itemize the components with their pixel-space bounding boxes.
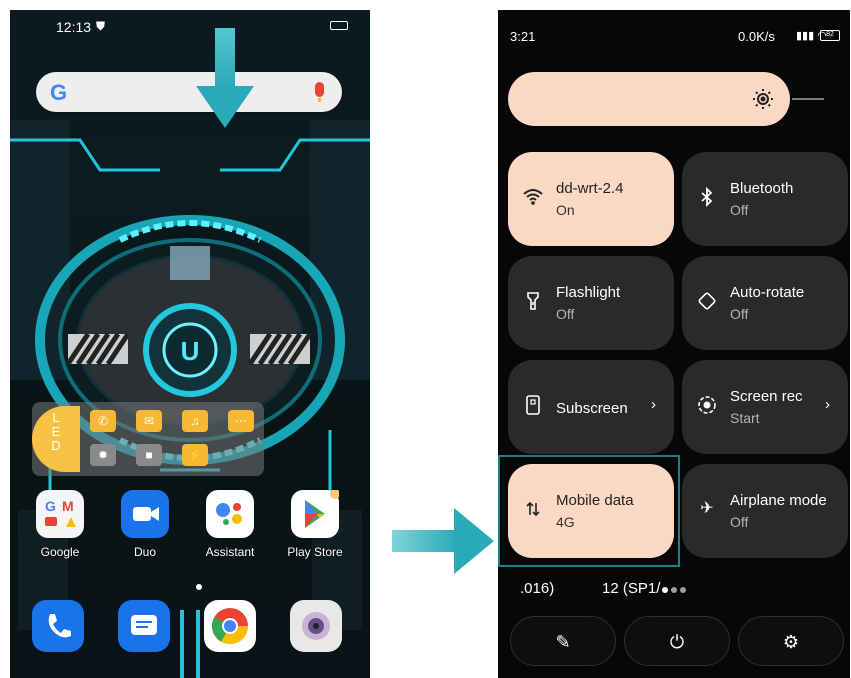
app-label: Assistant: [205, 545, 255, 559]
app-label: Play Store: [287, 545, 343, 559]
app-assistant[interactable]: Assistant: [190, 490, 270, 559]
settings-button[interactable]: ⚙: [738, 616, 844, 666]
subscreen-icon: [522, 394, 544, 416]
assistant-icon: [206, 490, 254, 538]
tile-auto-rotate[interactable]: Auto-rotate Off: [682, 256, 848, 350]
power-button[interactable]: ⏻: [624, 616, 730, 666]
app-google[interactable]: G M Google: [20, 490, 100, 559]
edit-icon: ✎: [555, 632, 571, 652]
build-version: 12 (SP1/: [602, 580, 661, 597]
battery-level: 82: [820, 30, 840, 41]
google-apps-icon: G M: [36, 490, 84, 538]
led-letter: D: [51, 438, 61, 453]
tile-title: Bluetooth: [730, 180, 794, 197]
swipe-down-arrow-icon: [196, 28, 254, 128]
tile-subscreen[interactable]: Subscreen ›: [508, 360, 674, 454]
chrome-icon: [204, 600, 256, 652]
tile-subtitle: Off: [556, 306, 575, 322]
status-bar: 12:13 ⛊: [10, 10, 370, 44]
tile-title: Airplane mode: [730, 492, 827, 509]
brightness-track[interactable]: [792, 98, 824, 100]
bulb-icon[interactable]: ✹: [90, 444, 116, 466]
svg-text:G: G: [45, 498, 56, 514]
rotate-icon: [696, 290, 718, 312]
bluetooth-icon: [696, 186, 718, 208]
page-dots: [662, 580, 689, 597]
network-speed: 0.0K/s: [738, 29, 775, 44]
brightness-icon: [753, 89, 773, 109]
transition-arrow-icon: [392, 508, 494, 574]
duo-icon: [121, 490, 169, 538]
camera-icon: [290, 600, 342, 652]
brightness-slider[interactable]: [508, 72, 790, 126]
dock-camera[interactable]: [276, 600, 356, 652]
app-label: Google: [40, 545, 80, 559]
page-indicator: [196, 584, 202, 590]
tile-title: dd-wrt-2.4: [556, 180, 624, 197]
led-letter: L: [52, 410, 60, 425]
tile-subtitle: Start: [730, 410, 760, 426]
mic-icon[interactable]: [315, 82, 324, 102]
svg-text:M: M: [62, 498, 74, 514]
google-logo: G: [50, 80, 68, 105]
wifi-icon: [522, 186, 544, 208]
tile-title: Subscreen: [556, 400, 628, 417]
dock-chrome[interactable]: [190, 600, 270, 652]
home-screen: U 12:13 ⛊ G L E D ✆ ✉ ♫ ⋯ ✹ ■ ⚡ G M Goog…: [10, 10, 370, 678]
battery-icon: [330, 21, 348, 30]
messages-icon: [118, 600, 170, 652]
phone-icon[interactable]: ✆: [90, 410, 116, 432]
more-icon[interactable]: ⋯: [228, 410, 254, 432]
camera-icon[interactable]: ■: [136, 444, 162, 466]
tile-flashlight[interactable]: Flashlight Off: [508, 256, 674, 350]
dock-messages[interactable]: [104, 600, 184, 652]
message-icon[interactable]: ✉: [136, 410, 162, 432]
phone-icon: [32, 600, 84, 652]
power-icon: ⏻: [669, 632, 685, 652]
tile-screen-recorder[interactable]: Screen rec Start ›: [682, 360, 848, 454]
record-icon: [696, 394, 718, 416]
led-letter: E: [51, 424, 61, 439]
app-label: Duo: [133, 545, 156, 559]
quick-settings-panel: 3:21 0.0K/s ▮▮▮ ◠ 82 dd-wrt-2.4 On Bluet…: [498, 10, 850, 678]
dock-phone[interactable]: [18, 600, 98, 652]
build-info-row: .016) 12 (SP1/: [498, 576, 850, 602]
clock: 3:21: [510, 29, 536, 44]
tile-title: Flashlight: [556, 284, 621, 301]
build-number: .016): [520, 580, 555, 597]
settings-icon: ⚙: [782, 632, 800, 652]
tile-title: Auto-rotate: [730, 284, 805, 301]
google-search-bar[interactable]: G: [36, 72, 342, 112]
tile-subtitle: Off: [730, 306, 749, 322]
tile-subtitle: Off: [730, 202, 749, 218]
mobile-data-highlight-box: [498, 455, 680, 567]
tile-wifi[interactable]: dd-wrt-2.4 On: [508, 152, 674, 246]
clock: 12:13: [56, 19, 92, 35]
airplane-icon: ✈: [700, 500, 714, 517]
play-store-icon: [291, 489, 340, 538]
svg-text:U: U: [181, 336, 200, 366]
edit-button[interactable]: ✎: [510, 616, 616, 666]
tile-subtitle: Off: [730, 514, 749, 530]
status-bar: 3:21 0.0K/s ▮▮▮ ◠ 82: [498, 10, 850, 54]
tile-title: Screen rec: [730, 388, 803, 405]
music-icon[interactable]: ♫: [182, 410, 208, 432]
flashlight-icon: [522, 290, 544, 312]
shield-icon: ⛊: [96, 19, 106, 33]
tile-subtitle: On: [556, 202, 575, 218]
chevron-right-icon[interactable]: ›: [651, 396, 656, 413]
app-play-store[interactable]: Play Store: [275, 489, 355, 559]
tile-airplane-mode[interactable]: ✈ Airplane mode Off: [682, 464, 848, 558]
bolt-icon[interactable]: ⚡: [182, 444, 208, 466]
app-duo[interactable]: Duo: [105, 490, 185, 559]
tile-bluetooth[interactable]: Bluetooth Off: [682, 152, 848, 246]
chevron-right-icon[interactable]: ›: [825, 396, 830, 413]
